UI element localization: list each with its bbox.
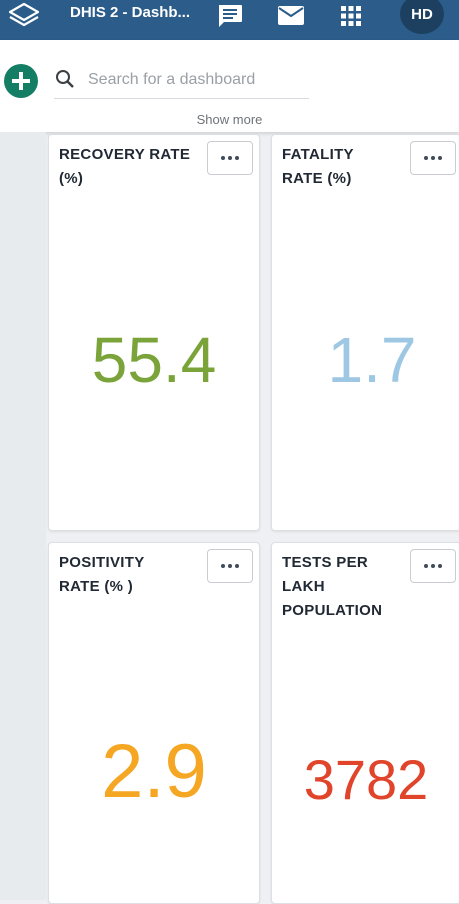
dashboard-item-fatality-rate: FATALITY RATE (%) 1.7 <box>271 134 459 531</box>
dhis2-logo-icon[interactable] <box>6 2 42 30</box>
add-dashboard-button[interactable] <box>4 64 38 98</box>
left-gutter <box>0 132 46 900</box>
item-menu-button[interactable] <box>410 141 456 175</box>
dashboard-item-positivity-rate: POSITIVITY RATE (% ) 2.9 <box>48 542 260 904</box>
search-field <box>54 60 310 99</box>
dashboard-item-tests-per-lakh: TESTS PER LAKH POPULATION 3782 <box>271 542 459 904</box>
user-avatar[interactable]: HD <box>400 0 444 34</box>
more-horizontal-icon <box>424 564 442 568</box>
search-input[interactable] <box>86 66 310 94</box>
item-menu-button[interactable] <box>207 549 253 583</box>
kpi-value: 55.4 <box>91 324 217 396</box>
more-horizontal-icon <box>221 564 239 568</box>
mail-icon[interactable] <box>277 3 305 29</box>
more-horizontal-icon <box>424 156 442 160</box>
kpi-value: 1.7 <box>327 324 417 396</box>
plus-icon <box>12 72 30 90</box>
show-more-button[interactable]: Show more <box>0 112 459 127</box>
kpi-value: 2.9 <box>101 729 207 814</box>
item-title: POSITIVITY RATE (% ) <box>59 554 145 595</box>
app-header: DHIS 2 - Dashb... HD <box>0 0 459 40</box>
kpi-value: 3782 <box>303 748 429 811</box>
search-icon <box>54 68 76 90</box>
item-menu-button[interactable] <box>207 141 253 175</box>
dashboard-toolbar: Show more <box>0 40 459 132</box>
apps-grid-icon[interactable] <box>339 4 367 30</box>
dashboard-item-recovery-rate: RECOVERY RATE (%) 55.4 <box>48 134 260 531</box>
message-icon[interactable] <box>216 3 244 29</box>
app-title: DHIS 2 - Dashb... <box>70 4 191 21</box>
more-horizontal-icon <box>221 156 239 160</box>
item-menu-button[interactable] <box>410 549 456 583</box>
item-title: RECOVERY RATE (%) <box>59 146 191 187</box>
